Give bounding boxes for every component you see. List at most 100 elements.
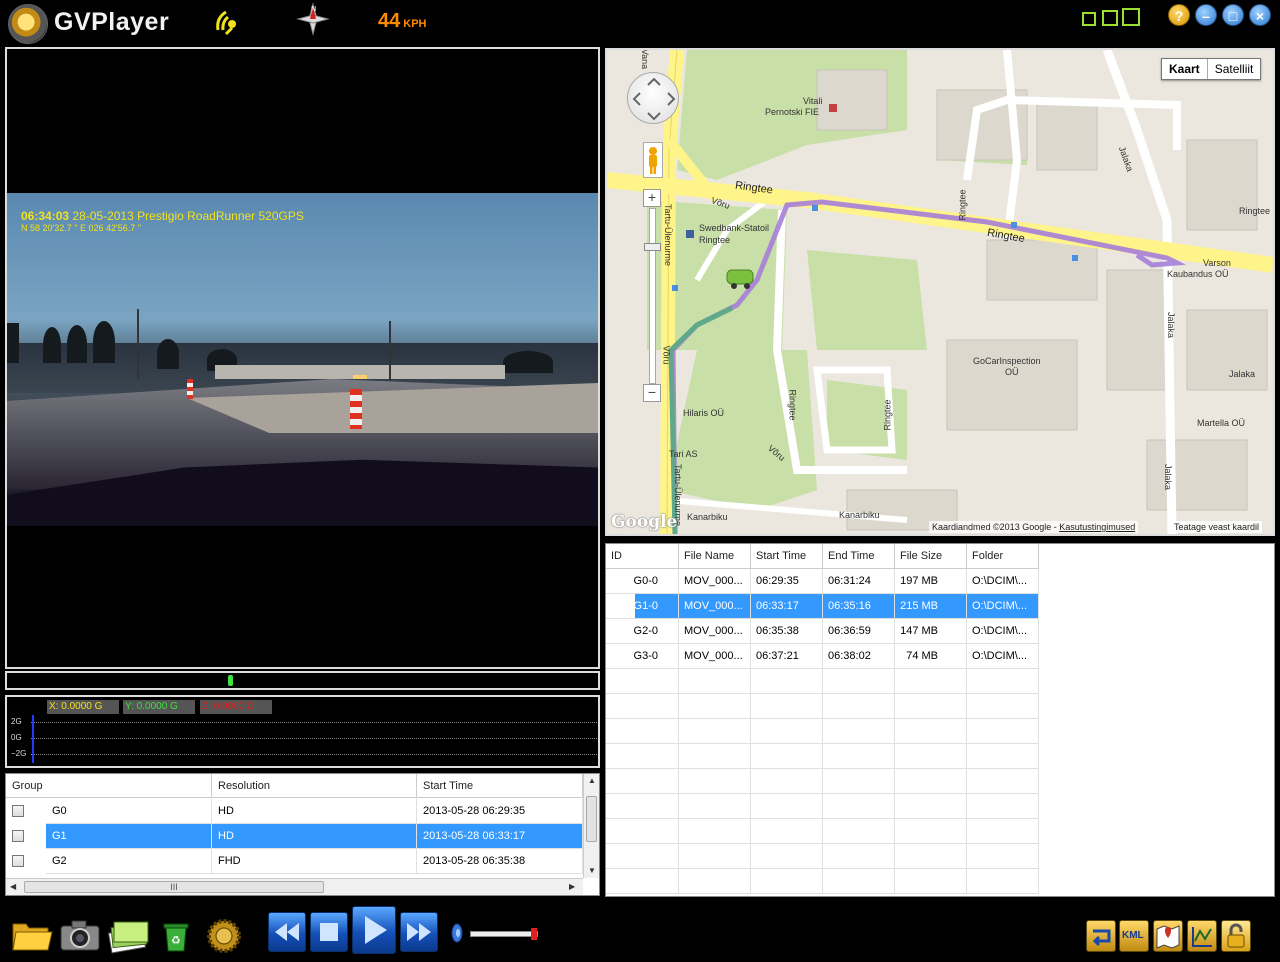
group-table-vertical-scrollbar[interactable]: ▲ ▼ bbox=[583, 774, 599, 878]
export-cards-button[interactable] bbox=[106, 916, 150, 954]
volume-slider[interactable] bbox=[470, 931, 538, 937]
scroll-right-arrow-icon[interactable]: ▶ bbox=[569, 882, 575, 891]
group-row-checkbox[interactable] bbox=[12, 805, 24, 817]
group-table-header-start-time[interactable]: Start Time bbox=[417, 774, 583, 798]
zoom-in-button[interactable]: + bbox=[643, 189, 661, 207]
layout-small-icon[interactable] bbox=[1082, 12, 1096, 26]
report-map-error-link[interactable]: Teatage veast kaardil bbox=[1171, 521, 1263, 533]
layout-large-icon[interactable] bbox=[1122, 8, 1140, 26]
open-folder-button[interactable] bbox=[10, 916, 54, 954]
file-table-header-end-time[interactable]: End Time bbox=[823, 544, 895, 569]
file-table-header-id[interactable]: ID bbox=[606, 544, 679, 569]
g-sensor-cursor[interactable] bbox=[32, 715, 34, 763]
group-row-checkbox[interactable] bbox=[12, 830, 24, 842]
recycle-bin-button[interactable]: ♻ bbox=[154, 916, 198, 954]
map-export-button[interactable] bbox=[1153, 920, 1183, 952]
repeat-icon bbox=[1092, 929, 1111, 947]
folder-cell[interactable]: O:\DCIM\... bbox=[967, 569, 1039, 594]
graph-button[interactable] bbox=[1187, 920, 1217, 952]
file-name-cell[interactable]: MOV_000... bbox=[679, 569, 751, 594]
volume-speaker-icon[interactable] bbox=[450, 922, 464, 944]
file-size-cell[interactable]: 74 MB bbox=[895, 644, 967, 669]
zoom-slider-thumb[interactable] bbox=[644, 243, 661, 251]
start-time-cell[interactable]: 06:35:38 bbox=[751, 619, 823, 644]
group-row-checkbox[interactable] bbox=[12, 855, 24, 867]
g-track-top bbox=[31, 722, 597, 723]
help-button[interactable]: ? bbox=[1168, 4, 1190, 26]
app-logo-icon bbox=[8, 4, 48, 44]
zoom-out-button[interactable]: − bbox=[643, 384, 661, 402]
layout-medium-icon[interactable] bbox=[1102, 10, 1118, 26]
terms-link[interactable]: Kasutustingimused bbox=[1059, 522, 1135, 532]
scroll-down-arrow-icon[interactable]: ▼ bbox=[588, 866, 596, 875]
close-button[interactable]: × bbox=[1249, 4, 1271, 26]
lock-file-button[interactable] bbox=[1221, 920, 1251, 952]
empty-cell bbox=[679, 744, 751, 769]
empty-cell bbox=[967, 869, 1039, 894]
end-time-cell[interactable]: 06:35:16 bbox=[823, 594, 895, 619]
map-panel[interactable]: Vitali Pernotski FIE Ringtee Ringtee Rin… bbox=[605, 48, 1275, 536]
video-panel[interactable]: 06:34:03 28-05-2013 Prestigio RoadRunner… bbox=[5, 47, 600, 669]
scroll-left-arrow-icon[interactable]: ◀ bbox=[10, 882, 16, 891]
folder-cell[interactable]: O:\DCIM\... bbox=[967, 619, 1039, 644]
map-type-switch[interactable]: Kaart Satelliit bbox=[1161, 58, 1262, 80]
id-cell[interactable]: G2-0 bbox=[606, 619, 679, 644]
rewind-button[interactable] bbox=[268, 912, 306, 952]
folder-cell[interactable]: O:\DCIM\... bbox=[967, 594, 1039, 619]
file-size-cell[interactable]: 215 MB bbox=[895, 594, 967, 619]
start-time-cell[interactable]: 06:37:21 bbox=[751, 644, 823, 669]
file-name-cell[interactable]: MOV_000... bbox=[679, 594, 751, 619]
file-name-cell[interactable]: MOV_000... bbox=[679, 619, 751, 644]
minimize-button[interactable]: – bbox=[1195, 4, 1217, 26]
id-cell[interactable]: G3-0 bbox=[606, 644, 679, 669]
seek-thumb[interactable] bbox=[228, 675, 233, 686]
empty-cell bbox=[967, 794, 1039, 819]
group-table-row[interactable]: G0 HD 2013-05-28 06:29:35 bbox=[6, 799, 583, 824]
rewind-icon bbox=[275, 923, 299, 941]
start-time-cell[interactable]: 06:29:35 bbox=[751, 569, 823, 594]
map-type-map-button[interactable]: Kaart bbox=[1162, 59, 1208, 79]
fast-forward-button[interactable] bbox=[400, 912, 438, 952]
group-table-header-resolution[interactable]: Resolution bbox=[212, 774, 417, 798]
file-table-header-folder[interactable]: Folder bbox=[967, 544, 1039, 569]
maximize-button[interactable]: □ bbox=[1222, 4, 1244, 26]
map-canvas[interactable] bbox=[607, 50, 1273, 534]
kml-export-button[interactable]: KML bbox=[1119, 920, 1149, 952]
group-table-row[interactable]: G2 FHD 2013-05-28 06:35:38 bbox=[6, 849, 583, 874]
vertical-scroll-thumb[interactable] bbox=[586, 796, 597, 842]
group-table-header-group[interactable]: Group bbox=[6, 774, 212, 798]
seek-bar[interactable] bbox=[5, 671, 600, 690]
file-table-header-start-time[interactable]: Start Time bbox=[751, 544, 823, 569]
snapshot-camera-button[interactable] bbox=[58, 916, 102, 954]
start-time-cell[interactable]: 06:33:17 bbox=[751, 594, 823, 619]
end-time-cell[interactable]: 06:31:24 bbox=[823, 569, 895, 594]
repeat-button[interactable] bbox=[1086, 920, 1116, 952]
horizontal-scroll-thumb[interactable]: III bbox=[24, 881, 324, 893]
volume-slider-thumb[interactable] bbox=[531, 928, 537, 940]
id-cell[interactable]: G0-0 bbox=[606, 569, 679, 594]
folder-cell[interactable]: O:\DCIM\... bbox=[967, 644, 1039, 669]
file-table-header-file-name[interactable]: File Name bbox=[679, 544, 751, 569]
file-table-header-file-size[interactable]: File Size bbox=[895, 544, 967, 569]
empty-cell bbox=[823, 769, 895, 794]
settings-gear-button[interactable] bbox=[202, 916, 246, 954]
road-label: Jalaka bbox=[1163, 463, 1174, 491]
road-label: Ringtee bbox=[1239, 206, 1271, 216]
group-table-horizontal-scrollbar[interactable]: ◀ III ▶ bbox=[6, 878, 583, 895]
scroll-up-arrow-icon[interactable]: ▲ bbox=[588, 776, 596, 785]
stop-button[interactable] bbox=[310, 912, 348, 952]
file-name-cell[interactable]: MOV_000... bbox=[679, 644, 751, 669]
zoom-slider-track[interactable] bbox=[649, 208, 656, 384]
play-button[interactable] bbox=[352, 906, 396, 954]
empty-cell bbox=[823, 669, 895, 694]
map-pan-control[interactable] bbox=[627, 72, 679, 124]
end-time-cell[interactable]: 06:36:59 bbox=[823, 619, 895, 644]
map-label: Varson bbox=[1203, 258, 1231, 268]
file-size-cell[interactable]: 197 MB bbox=[895, 569, 967, 594]
street-view-pegman-icon[interactable] bbox=[643, 142, 663, 178]
group-table-row-selected[interactable]: G1 HD 2013-05-28 06:33:17 bbox=[6, 824, 583, 849]
end-time-cell[interactable]: 06:38:02 bbox=[823, 644, 895, 669]
map-type-satellite-button[interactable]: Satelliit bbox=[1208, 59, 1261, 79]
id-cell[interactable]: G1-0 bbox=[606, 594, 679, 619]
file-size-cell[interactable]: 147 MB bbox=[895, 619, 967, 644]
